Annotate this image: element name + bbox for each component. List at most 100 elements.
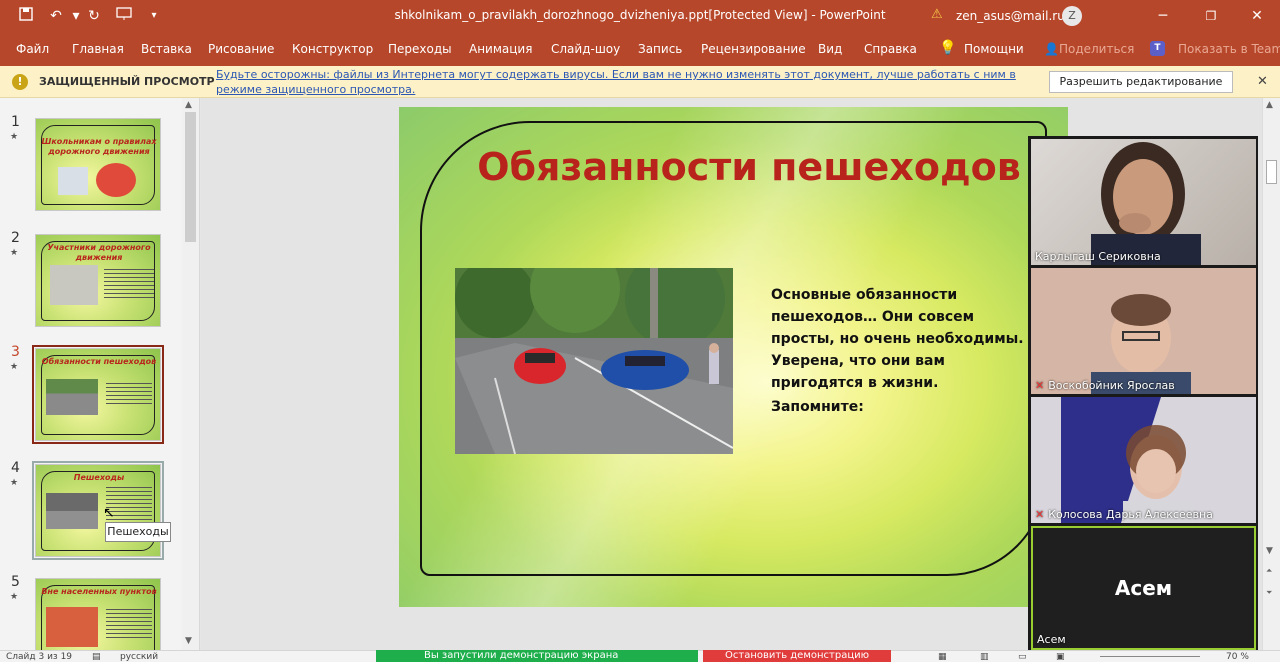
participant-name: Карлыгаш Сериковна [1035, 250, 1161, 263]
slide-thumbnail-2[interactable]: Участники дорожного движения [35, 234, 161, 327]
thumb-title: Обязанности пешеходов [41, 357, 157, 366]
restore-icon[interactable]: ❐ [1200, 6, 1222, 26]
street-photo[interactable] [455, 268, 733, 454]
normal-view-icon[interactable]: ▦ [938, 651, 947, 662]
undo-dropdown-icon[interactable]: ▾ [66, 7, 86, 25]
close-icon[interactable]: ✕ [1257, 74, 1268, 89]
animation-star-icon: ★ [10, 592, 19, 602]
tab-design[interactable]: Конструктор [292, 42, 373, 56]
thumb-title: Вне населенных пунктов [41, 587, 157, 596]
save-icon[interactable] [16, 7, 36, 25]
tab-home[interactable]: Главная [72, 42, 124, 56]
customize-toolbar-icon[interactable]: ▾ [144, 7, 164, 25]
reading-view-icon[interactable]: ▭ [1018, 651, 1027, 662]
slide-thumbnail-1[interactable]: Школьникам о правилах дорожного движения [35, 118, 161, 211]
show-in-teams-button[interactable]: Показать в Teams [1178, 42, 1280, 56]
title-bar: ↶ ▾ ↻ ▾ shkolnikam_o_pravilakh_dorozhnog… [0, 0, 1280, 32]
scroll-thumb[interactable] [1266, 160, 1277, 184]
tab-animations[interactable]: Анимация [469, 42, 532, 56]
participant-name: Асем [1037, 633, 1066, 646]
muted-mic-icon: ✕ [1035, 508, 1045, 521]
participant-name: ✕ Колосова Дарья Алексеевна [1035, 508, 1213, 521]
thumbnails-scrollbar[interactable]: ▲ ▼ [182, 98, 199, 650]
present-icon[interactable] [114, 7, 134, 25]
ribbon-tabs: Файл Главная Вставка Рисование Конструкт… [0, 32, 1280, 66]
close-icon[interactable]: ✕ [1246, 6, 1268, 26]
participant-tile-active[interactable]: Асем Асем [1031, 526, 1256, 650]
stop-sharing-button[interactable]: Остановить демонстрацию [703, 650, 891, 662]
thumb-title: Школьникам о правилах дорожного движения [41, 137, 157, 156]
thumb-number: 2 [11, 230, 20, 246]
participant-name-text: Колосова Дарья Алексеевна [1048, 508, 1213, 521]
thumb-title: Пешеходы [73, 473, 125, 482]
participant-placeholder-name: Асем [1114, 576, 1173, 600]
tab-view[interactable]: Вид [818, 42, 842, 56]
slide-thumbnail-4[interactable]: Пешеходы [32, 461, 164, 560]
account-email[interactable]: zen_asus@mail.ru [956, 9, 1065, 23]
avatar[interactable]: Z [1062, 6, 1082, 26]
lightbulb-icon: 💡 [939, 40, 957, 56]
animation-star-icon: ★ [10, 478, 19, 488]
tab-draw[interactable]: Рисование [208, 42, 274, 56]
thumb-number: 1 [11, 114, 20, 130]
enable-editing-button[interactable]: Разрешить редактирование [1049, 71, 1233, 93]
spellcheck-icon[interactable]: ▤ [92, 651, 101, 662]
tell-me-search[interactable]: Помощни [964, 42, 1024, 56]
participant-tile[interactable]: Карлыгаш Сериковна [1031, 139, 1256, 265]
zoom-slider[interactable] [1100, 656, 1200, 657]
tab-file[interactable]: Файл [16, 42, 49, 56]
undo-icon[interactable]: ↶ [46, 7, 66, 25]
shield-icon: ! [12, 74, 28, 90]
person-icon: 👤 [1044, 42, 1059, 56]
screen-sharing-banner: Вы запустили демонстрацию экрана [376, 650, 698, 662]
minimize-icon[interactable]: ─ [1152, 6, 1174, 26]
slide-title[interactable]: Обязанности пешеходов [459, 145, 1039, 189]
scroll-up-icon[interactable]: ▲ [185, 100, 192, 110]
video-participants-panel: Карлыгаш Сериковна ✕ Воскобойник Ярослав … [1028, 136, 1258, 652]
participant-name: ✕ Воскобойник Ярослав [1035, 379, 1175, 392]
tab-help[interactable]: Справка [864, 42, 917, 56]
zoom-level[interactable]: 70 % [1226, 651, 1249, 662]
mouse-cursor-icon: ↖ [103, 505, 115, 521]
participant-name-text: Воскобойник Ярослав [1048, 379, 1175, 392]
language-indicator[interactable]: русский [120, 651, 158, 662]
animation-star-icon: ★ [10, 248, 19, 258]
slide-thumbnail-5[interactable]: Вне населенных пунктов [35, 578, 161, 650]
tab-insert[interactable]: Вставка [141, 42, 192, 56]
tab-transitions[interactable]: Переходы [388, 42, 452, 56]
animation-star-icon: ★ [10, 362, 19, 372]
thumb-number: 3 [11, 344, 20, 360]
thumb-number: 4 [11, 460, 20, 476]
redo-icon[interactable]: ↻ [84, 7, 104, 25]
tab-record[interactable]: Запись [638, 42, 682, 56]
participant-tile[interactable]: ✕ Колосова Дарья Алексеевна [1031, 397, 1256, 523]
thumb-number: 5 [11, 574, 20, 590]
participant-tile[interactable]: ✕ Воскобойник Ярослав [1031, 268, 1256, 394]
slideshow-view-icon[interactable]: ▣ [1056, 651, 1065, 662]
thumbnail-tooltip: Пешеходы [105, 522, 171, 542]
muted-mic-icon: ✕ [1035, 379, 1045, 392]
current-slide[interactable]: Обязанности пешеходов Основные обязаннос… [399, 107, 1068, 607]
scroll-down-icon[interactable]: ▼ [185, 636, 192, 646]
protected-view-bar: ! ЗАЩИЩЕННЫЙ ПРОСМОТР Будьте осторожны: … [0, 66, 1280, 98]
protected-view-message[interactable]: Будьте осторожны: файлы из Интернета мог… [216, 67, 1021, 97]
slide-scrollbar[interactable]: ▲ ▼ ⏶ ⏷ [1262, 98, 1280, 650]
previous-slide-icon[interactable]: ⏶ [1266, 566, 1272, 576]
tab-review[interactable]: Рецензирование [701, 42, 806, 56]
next-slide-icon[interactable]: ⏷ [1266, 588, 1272, 598]
slide-thumbnail-3[interactable]: Обязанности пешеходов [32, 345, 164, 444]
scroll-up-icon[interactable]: ▲ [1266, 100, 1273, 110]
slide-remember-text[interactable]: Запомните: [771, 399, 864, 415]
slide-sorter-icon[interactable]: ▥ [980, 651, 989, 662]
window-title: shkolnikam_o_pravilakh_dorozhnogo_dvizhe… [394, 8, 886, 22]
scroll-down-icon[interactable]: ▼ [1266, 546, 1273, 556]
slide-counter: Слайд 3 из 19 [6, 652, 73, 662]
protected-view-title: ЗАЩИЩЕННЫЙ ПРОСМОТР [39, 75, 215, 88]
animation-star-icon: ★ [10, 132, 19, 142]
teams-icon: T [1150, 41, 1165, 56]
share-button[interactable]: 👤Поделиться [1044, 42, 1134, 56]
warning-icon: ⚠ [931, 7, 943, 22]
slide-body-text[interactable]: Основные обязанности пешеходов… Они совс… [771, 284, 1041, 394]
scroll-thumb[interactable] [185, 112, 196, 242]
tab-slideshow[interactable]: Слайд-шоу [551, 42, 620, 56]
